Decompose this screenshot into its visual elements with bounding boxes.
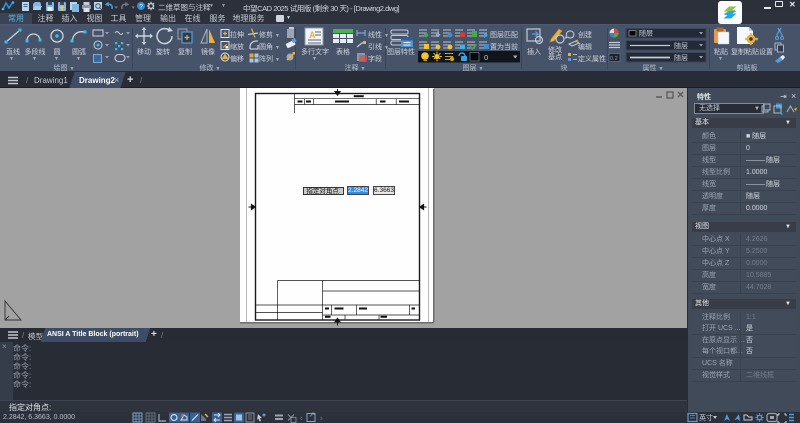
svg-text:0: 0 xyxy=(484,53,488,62)
svg-text:0.2: 0.2 xyxy=(610,56,618,62)
svg-text:?: ? xyxy=(139,4,143,11)
svg-text:英寸: 英寸 xyxy=(699,413,713,422)
svg-text:随层: 随层 xyxy=(674,53,688,62)
svg-text:随层: 随层 xyxy=(639,29,653,38)
svg-text:›: › xyxy=(320,414,323,423)
svg-text:随层: 随层 xyxy=(674,41,688,50)
svg-text:‹: ‹ xyxy=(300,414,303,423)
svg-text:A: A xyxy=(309,30,316,40)
